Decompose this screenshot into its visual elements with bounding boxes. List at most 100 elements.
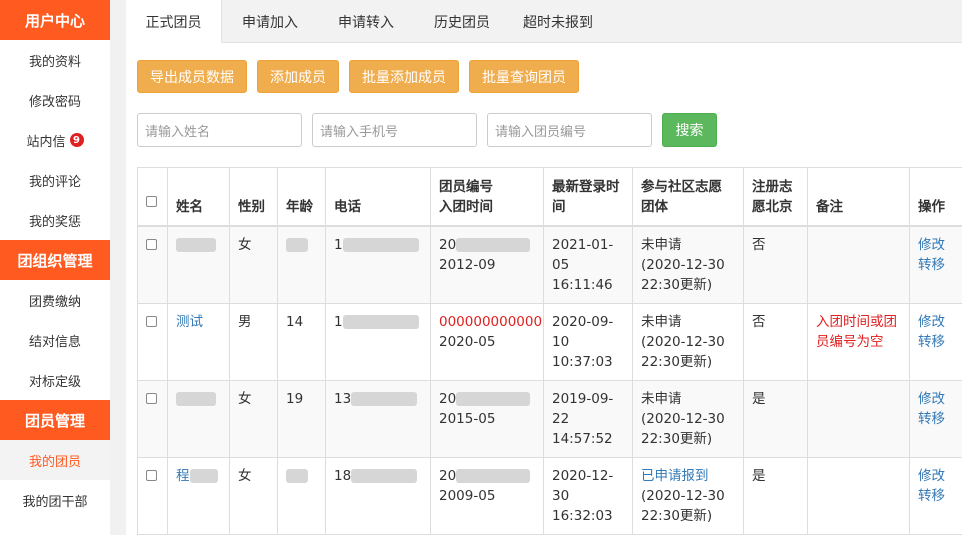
tab-overdue[interactable]: 超时未报到 [510, 0, 606, 43]
actions-cell: 修改 转移 [909, 225, 962, 304]
sidebar-item-my-comments[interactable]: 我的评论 [0, 160, 110, 200]
phone-cell: 13 [325, 379, 431, 458]
gender-cell: 女 [229, 379, 278, 458]
sidebar-item-my-rewards[interactable]: 我的奖惩 [0, 200, 110, 240]
actions-cell: 修改 转移 [909, 456, 962, 535]
member-id-cell: 20 2015-05 [430, 379, 544, 458]
transfer-link[interactable]: 转移 [918, 332, 955, 352]
join-date: 2012-09 [439, 256, 496, 273]
header-gender: 性别 [229, 167, 278, 227]
header-remark: 备注 [807, 167, 910, 227]
age-cell [277, 225, 326, 304]
member-name-link[interactable]: 测试 [176, 314, 203, 330]
registered-cell: 是 [743, 456, 808, 535]
transfer-link[interactable]: 转移 [918, 486, 955, 506]
volunteer-cell: 已申请报到 (2020-12-30 22:30更新) [632, 456, 744, 535]
edit-link[interactable]: 修改 [918, 312, 955, 332]
transfer-link[interactable]: 转移 [918, 409, 955, 429]
member-id-input[interactable]: 请输入团员编号 [487, 113, 652, 147]
batch-query-button[interactable]: 批量查询团员 [469, 60, 579, 93]
name-cell: 测试 [167, 302, 230, 381]
remark-cell [807, 456, 910, 535]
gender-cell: 男 [229, 302, 278, 381]
edit-link[interactable]: 修改 [918, 389, 955, 409]
table-row: 测试 男 14 1 000000000000 2020-05 2020-09-1… [137, 302, 962, 381]
member-id-cell: 20 2009-05 [430, 456, 544, 535]
volunteer-status: 未申请 [641, 390, 682, 407]
redacted-name [176, 391, 216, 406]
header-age: 年龄 [277, 167, 326, 227]
name-cell: 程 [167, 456, 230, 535]
join-date: 2015-05 [439, 410, 496, 427]
tab-transfer-in[interactable]: 申请转入 [318, 0, 414, 43]
volunteer-update: (2020-12-30 22:30更新) [641, 410, 725, 447]
member-name-link[interactable]: 程 [176, 468, 190, 484]
sidebar-section-user-center: 用户中心 [0, 0, 110, 40]
volunteer-cell: 未申请 (2020-12-30 22:30更新) [632, 379, 744, 458]
header-actions: 操作 [909, 167, 962, 227]
registered-cell: 否 [743, 302, 808, 381]
redacted-member-id [456, 237, 531, 252]
volunteer-status: 未申请 [641, 236, 682, 253]
phone-value: 13 [334, 390, 352, 407]
tab-official-members[interactable]: 正式团员 [126, 0, 222, 43]
members-table: 姓名 性别 年龄 电话 团员编号 入团时间 最新登录时间 参与社区志愿团体 注册… [137, 167, 962, 535]
search-button[interactable]: 搜索 [662, 113, 717, 147]
phone-value: 1 [334, 236, 343, 253]
member-id-value: 20 [439, 467, 457, 484]
member-id-cell: 20 2012-09 [430, 225, 544, 304]
sidebar-item-my-cadres[interactable]: 我的团干部 [0, 480, 110, 520]
header-id-line1: 团员编号 [439, 178, 493, 195]
header-login: 最新登录时间 [543, 167, 633, 227]
login-cell: 2019-09-22 14:57:52 [543, 379, 633, 458]
batch-add-button[interactable]: 批量添加成员 [349, 60, 459, 93]
tab-history-members[interactable]: 历史团员 [414, 0, 510, 43]
sidebar-item-my-profile[interactable]: 我的资料 [0, 40, 110, 80]
name-input[interactable]: 请输入姓名 [137, 113, 302, 147]
gender-cell: 女 [229, 456, 278, 535]
export-members-button[interactable]: 导出成员数据 [137, 60, 247, 93]
edit-link[interactable]: 修改 [918, 235, 955, 255]
add-member-button[interactable]: 添加成员 [257, 60, 339, 93]
select-all-checkbox[interactable] [146, 195, 157, 207]
redacted-member-id [456, 468, 531, 483]
tab-bar: 正式团员 申请加入 申请转入 历史团员 超时未报到 [126, 0, 962, 43]
row-checkbox[interactable] [146, 392, 157, 404]
row-select-cell [137, 379, 168, 458]
row-checkbox[interactable] [146, 315, 157, 327]
row-select-cell [137, 456, 168, 535]
row-checkbox[interactable] [146, 469, 157, 481]
header-member-id: 团员编号 入团时间 [430, 167, 544, 227]
member-id-value: 20 [439, 236, 457, 253]
volunteer-cell: 未申请 (2020-12-30 22:30更新) [632, 225, 744, 304]
redacted-name [189, 468, 218, 483]
select-all-cell [137, 167, 168, 227]
table-header-row: 姓名 性别 年龄 电话 团员编号 入团时间 最新登录时间 参与社区志愿团体 注册… [137, 167, 962, 227]
transfer-link[interactable]: 转移 [918, 255, 955, 275]
remark-cell [807, 225, 910, 304]
sidebar-item-change-password[interactable]: 修改密码 [0, 80, 110, 120]
volunteer-status: 已申请报到 [641, 467, 709, 484]
sidebar-item-dues[interactable]: 团费缴纳 [0, 280, 110, 320]
actions-cell: 修改 转移 [909, 379, 962, 458]
redacted-phone [342, 237, 419, 252]
sidebar-section-org-management: 团组织管理 [0, 240, 110, 280]
sidebar-item-messages[interactable]: 站内信 9 [0, 120, 110, 160]
join-date: 2009-05 [439, 487, 496, 504]
volunteer-update: (2020-12-30 22:30更新) [641, 487, 725, 524]
sidebar-item-grading[interactable]: 对标定级 [0, 360, 110, 400]
tab-join-requests[interactable]: 申请加入 [222, 0, 318, 43]
header-volunteer: 参与社区志愿团体 [632, 167, 744, 227]
registered-cell: 是 [743, 379, 808, 458]
login-cell: 2020-09-10 10:37:03 [543, 302, 633, 381]
table-row: 女 19 13 20 2015-05 2019-09-22 14:57:52 未… [137, 379, 962, 458]
login-cell: 2021-01-05 16:11:46 [543, 225, 633, 304]
sidebar-item-pairing[interactable]: 结对信息 [0, 320, 110, 360]
phone-input[interactable]: 请输入手机号 [312, 113, 477, 147]
row-checkbox[interactable] [146, 238, 157, 250]
volunteer-status: 未申请 [641, 313, 682, 330]
volunteer-update: (2020-12-30 22:30更新) [641, 256, 725, 293]
sidebar-item-my-members[interactable]: 我的团员 [0, 440, 110, 480]
edit-link[interactable]: 修改 [918, 466, 955, 486]
search-bar: 请输入姓名 请输入手机号 请输入团员编号 搜索 [137, 113, 717, 147]
